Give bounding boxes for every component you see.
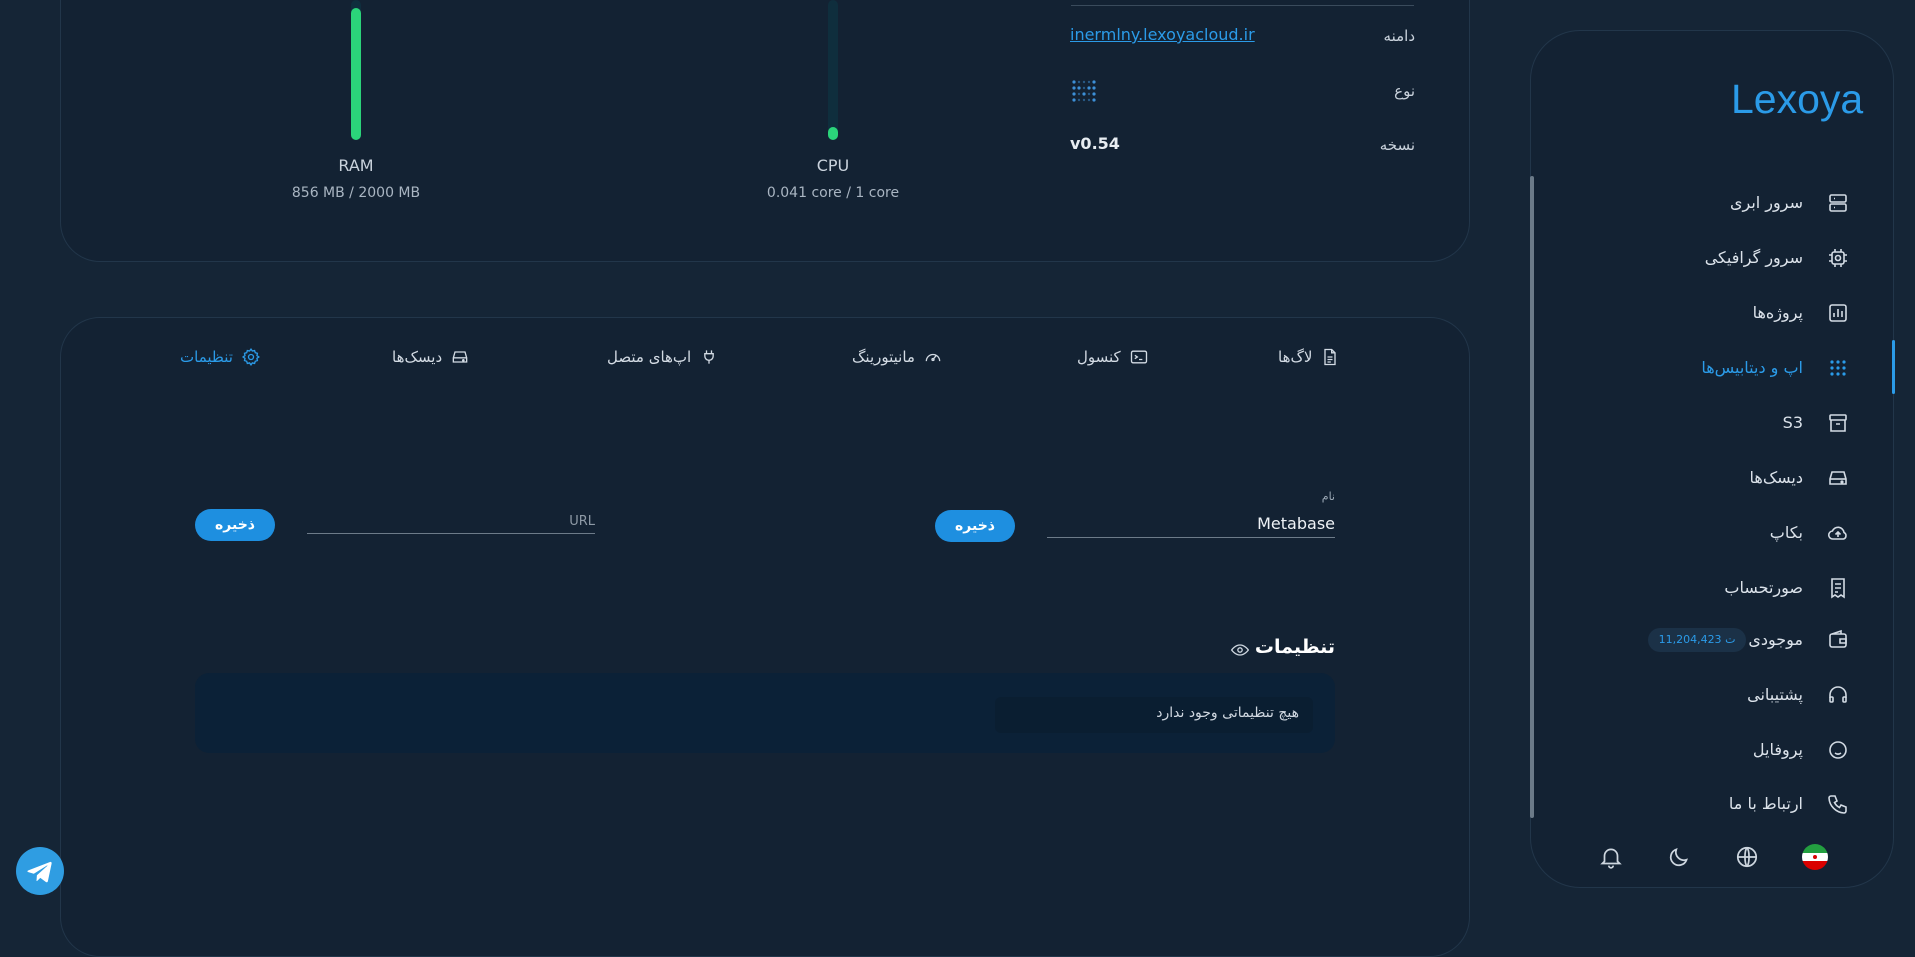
sidebar-item-billing[interactable]: صورتحساب [1560,570,1850,606]
gear-icon [241,347,260,366]
bell-icon[interactable] [1598,844,1624,870]
metabase-icon [1070,78,1098,110]
sidebar-item-label: ارتباط با ما [1728,794,1803,813]
info-row-type: نوع [1070,78,1415,108]
sidebar-item-label: پروفایل [1752,740,1803,759]
sidebar-scrollbar[interactable] [1530,176,1534,818]
tab-monitoring[interactable]: مانیتورینگ [852,345,943,369]
sidebar-item-label: موجودی [1748,630,1803,649]
version-value: v0.54 [1070,134,1120,153]
telegram-button[interactable] [16,847,64,895]
sidebar-item-projects[interactable]: پروژه‌ها [1560,295,1850,331]
sidebar-item-profile[interactable]: پروفایل [1560,732,1850,768]
tab-logs-label: لاگ‌ها [1278,348,1313,366]
tab-settings-label: تنظیمات [180,348,233,366]
archive-icon [1829,414,1847,432]
name-field: نام [1047,486,1335,542]
gauge-icon [925,353,941,362]
type-key: نوع [1394,82,1415,100]
sidebar-item-label: دیسک‌ها [1749,468,1803,487]
globe-icon[interactable] [1734,844,1760,870]
version-key: نسخه [1379,136,1415,154]
chart-icon [1829,304,1847,322]
plug-icon [704,350,715,364]
info-divider [1071,5,1414,6]
tab-connected-apps[interactable]: اپ‌های متصل [607,345,719,369]
sidebar-item-label: اپ و دیتابیس‌ها [1701,358,1803,377]
sidebar-item-backup[interactable]: بکاپ [1560,515,1850,551]
log-file-icon [1324,348,1337,366]
tab-monitoring-label: مانیتورینگ [852,348,915,366]
cpu-gauge-track [828,0,838,140]
grid-dots-icon [1830,360,1846,376]
url-input[interactable] [307,514,595,534]
balance-badge: 11,204,423 ت [1648,628,1746,652]
tab-disks[interactable]: دیسک‌ها [392,345,470,369]
save-url-button[interactable]: ذخیره [195,509,275,541]
chip-icon [1829,249,1847,267]
name-input[interactable] [1047,514,1335,538]
phone-icon [1828,795,1847,814]
disk-icon [452,351,468,363]
cloud-upload-icon [1827,526,1847,540]
eye-icon[interactable] [1230,640,1250,660]
sidebar-item-s3[interactable]: S3 [1560,405,1850,441]
domain-key: دامنه [1383,27,1415,45]
settings-section-title: تنظیمات [1254,636,1335,658]
sidebar-item-contact[interactable]: ارتباط با ما [1560,786,1850,822]
info-row-domain: دامنه inermlny.lexoyacloud.ir [1070,23,1415,53]
headset-icon [1829,686,1847,703]
telegram-icon [27,861,52,883]
sidebar-item-label: پشتیبانی [1747,685,1803,704]
wallet-icon [1829,629,1847,648]
sidebar-item-label: صورتحساب [1724,578,1803,597]
ram-gauge-track [351,0,361,140]
cpu-value: 0.041 core / 1 core [766,185,900,201]
tab-disks-label: دیسک‌ها [392,348,443,366]
sidebar-item-label: S3 [1782,413,1803,432]
sidebar-item-label: پروژه‌ها [1752,303,1803,322]
active-indicator [1892,340,1895,394]
disk-icon [1829,471,1847,485]
face-icon [1829,741,1847,759]
tab-console-label: کنسول [1077,348,1121,366]
cpu-label: CPU [816,156,850,175]
url-field [307,500,595,540]
name-field-label: نام [1321,490,1335,503]
logo: Lexoya [1731,76,1864,122]
ram-label: RAM [338,156,374,175]
save-name-button[interactable]: ذخیره [935,510,1015,542]
sidebar-item-label: سرور گرافیکی [1704,248,1803,267]
sidebar-item-gpu-server[interactable]: سرور گرافیکی [1560,240,1850,276]
settings-panel: هیچ تنظیماتی وجود ندارد [195,673,1335,753]
cpu-gauge-fill [828,127,838,140]
sidebar-item-label: بکاپ [1769,523,1803,542]
sidebar-item-support[interactable]: پشتیبانی [1560,677,1850,713]
domain-link[interactable]: inermlny.lexoyacloud.ir [1070,25,1255,44]
server-icon [1829,194,1847,212]
tab-logs[interactable]: لاگ‌ها [1278,345,1340,369]
terminal-icon [1130,350,1147,364]
empty-settings-message: هیچ تنظیماتی وجود ندارد [995,697,1313,733]
info-row-version: نسخه v0.54 [1070,132,1415,162]
sidebar-item-cloud-server[interactable]: سرور ابری [1560,185,1850,221]
iran-flag-icon[interactable] [1802,844,1828,870]
sidebar-item-disks[interactable]: دیسک‌ها [1560,460,1850,496]
sidebar-item-apps-databases[interactable]: اپ و دیتابیس‌ها [1560,350,1850,386]
sidebar-item-label: سرور ابری [1729,193,1803,212]
ram-value: 856 MB / 2000 MB [291,185,421,201]
receipt-icon [1831,578,1845,599]
tab-console[interactable]: کنسول [1077,345,1149,369]
tab-settings[interactable]: تنظیمات [180,345,261,369]
ram-gauge-fill [351,8,361,140]
tab-connected-apps-label: اپ‌های متصل [607,348,692,366]
moon-icon[interactable] [1666,844,1692,870]
